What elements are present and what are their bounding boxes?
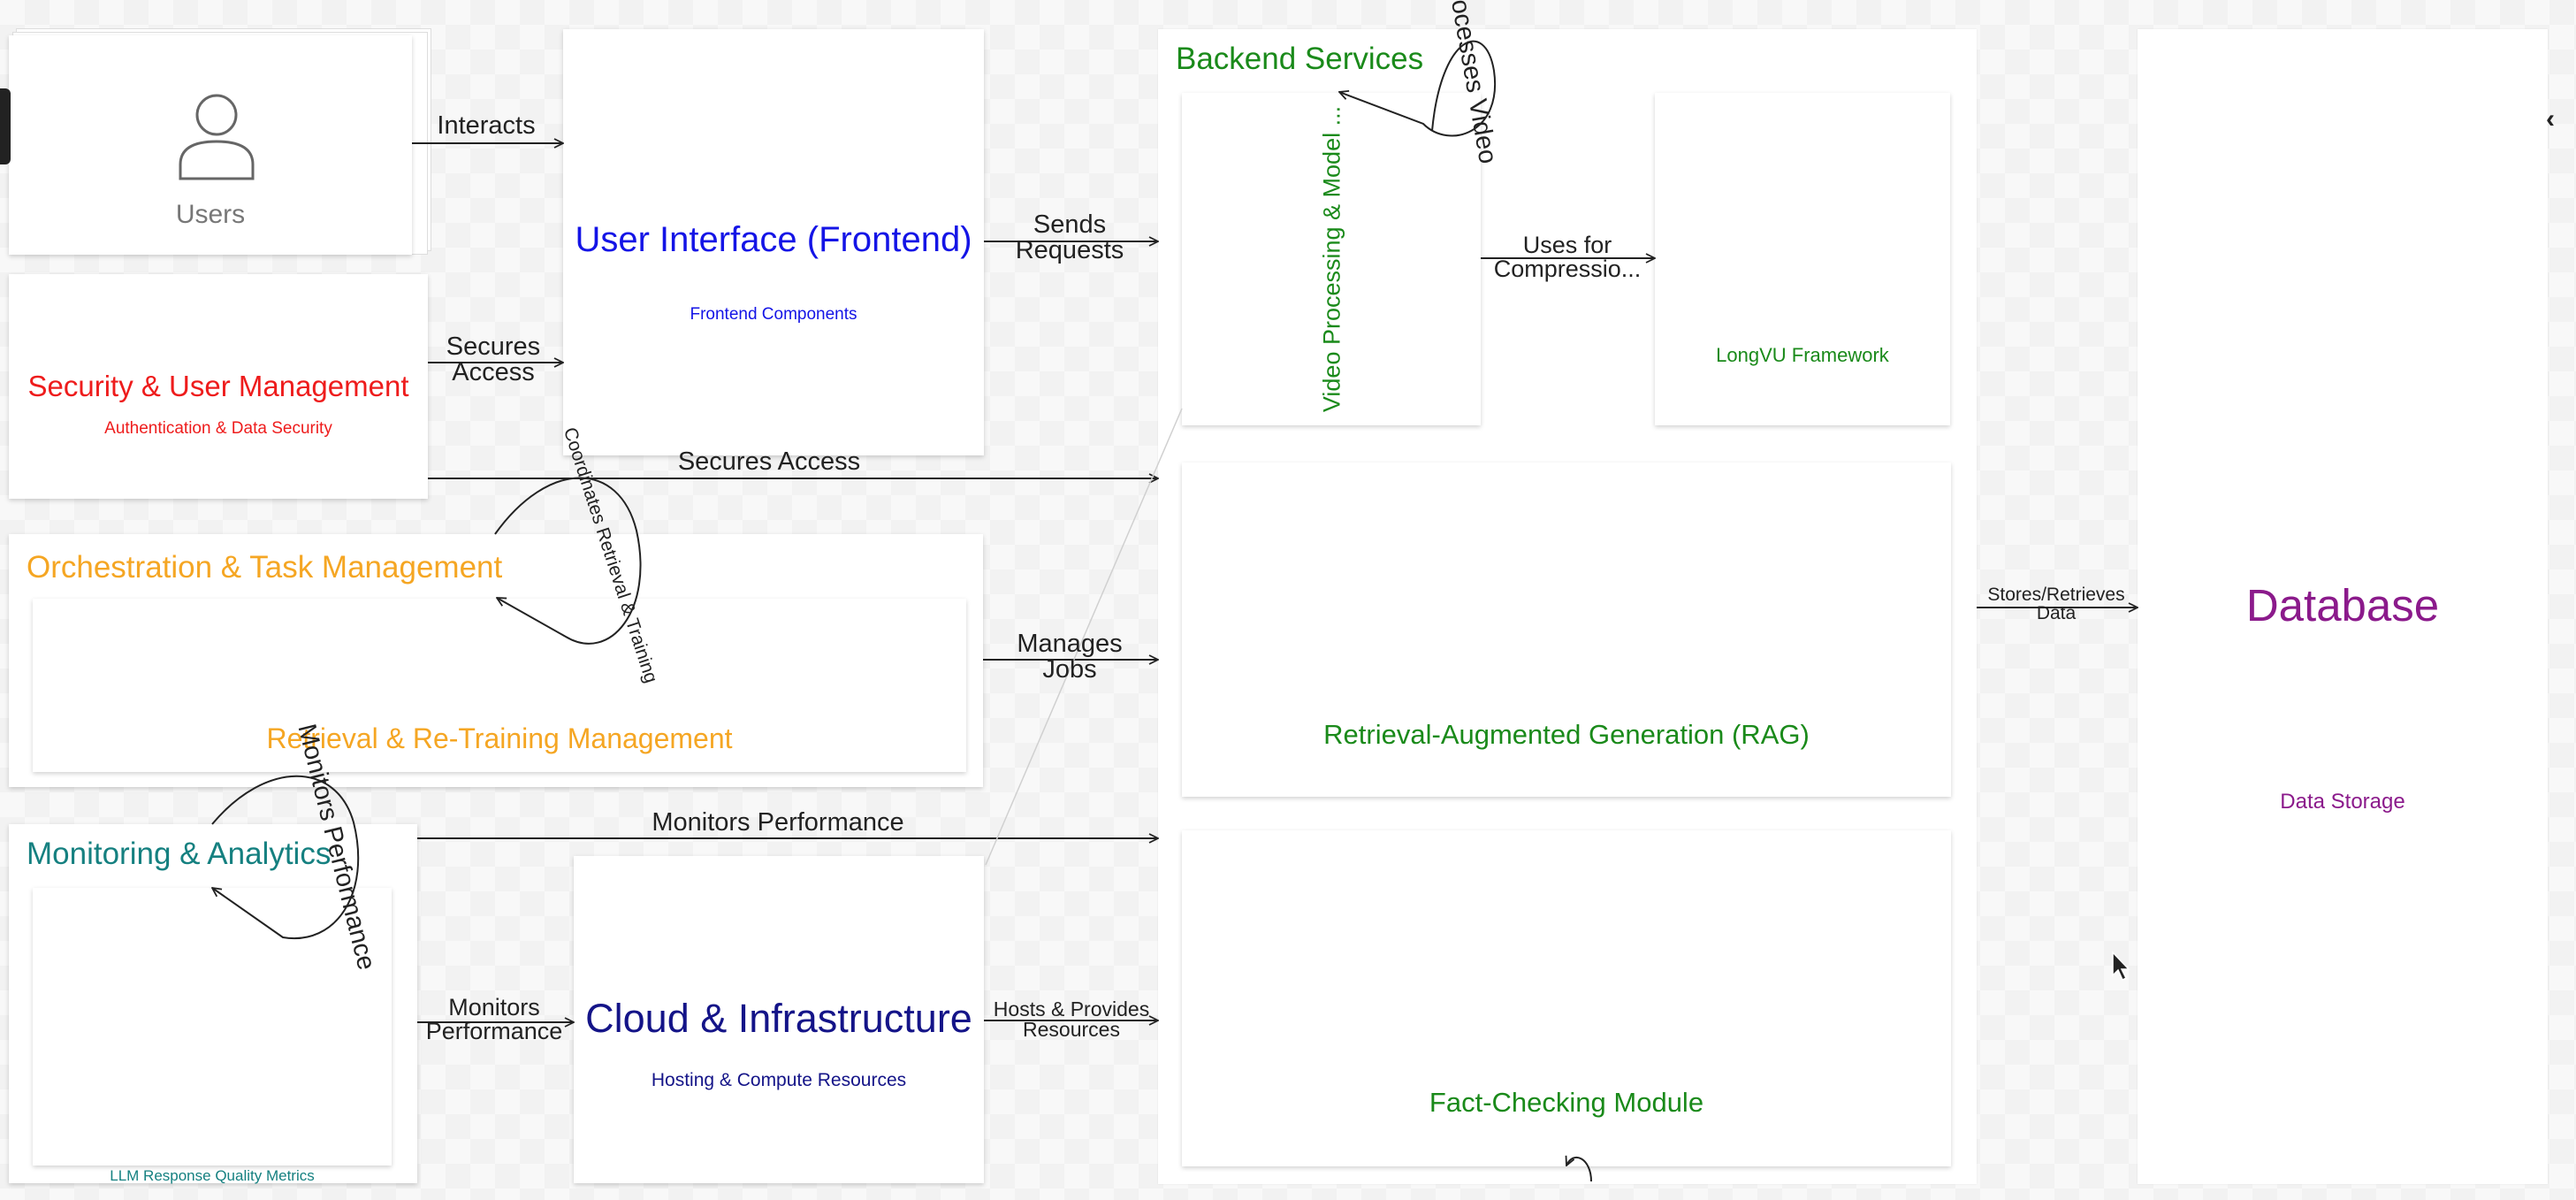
left-panel-tab[interactable] [0,88,11,164]
label-sends-line2: Requests [1015,236,1124,264]
label-stores-retrieves: Stores/Retrieves Data [1977,585,2136,623]
label-uses-for-compression: Uses for Compressio... [1485,233,1650,281]
label-sends-line1: Sends [1033,210,1107,239]
label-manages-jobs: Manages Jobs [999,631,1140,683]
label-manages-line2: Jobs [1042,655,1097,684]
label-monitors-line1: Monitors [448,994,540,1020]
connector-layer [0,40,2576,1182]
label-monitors-performance-long: Monitors Performance [601,810,955,836]
label-monitors-performance-short: Monitors Performance [419,996,569,1043]
label-hosts-line2: Resources [1023,1018,1120,1041]
label-secures-access-long: Secures Access [619,449,919,475]
label-stores-line2: Data [2036,603,2077,623]
loop-factcheck [1566,1158,1592,1182]
label-monitors-line2: Performance [425,1018,563,1044]
label-uses-line1: Uses for [1522,232,1612,258]
label-sends-requests: Sends Requests [999,212,1140,264]
label-secures-line1: Secures [446,332,541,361]
label-hosts-line1: Hosts & Provides [993,997,1150,1020]
label-secures-long-text: Secures Access [677,447,861,476]
label-uses-line2: Compressio... [1493,256,1642,282]
label-hosts-provides: Hosts & Provides Resources [983,999,1160,1040]
label-stores-line1: Stores/Retrieves [1987,585,2125,605]
label-monitors-long-text: Monitors Performance [652,808,904,837]
label-interacts-text: Interacts [437,111,536,140]
label-secures-access-short: Secures Access [431,334,555,386]
label-interacts: Interacts [424,113,548,139]
label-manages-line1: Manages [1017,630,1123,658]
mouse-cursor-icon [2112,951,2130,982]
chevron-left-icon[interactable]: ‹ [2546,104,2555,134]
label-secures-line2: Access [452,358,535,386]
